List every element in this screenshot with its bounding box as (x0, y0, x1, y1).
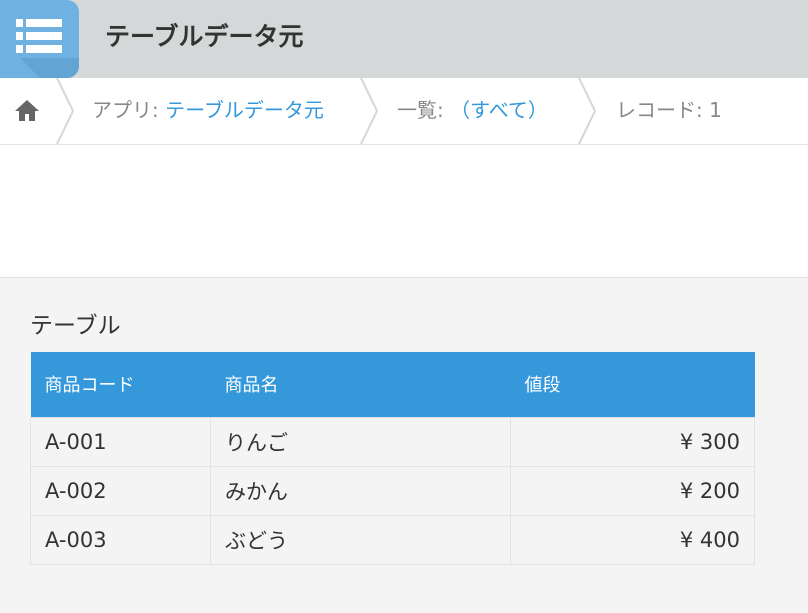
cell-price[interactable]: ¥ 200 (510, 465, 755, 516)
cell-code[interactable]: A-003 (30, 514, 211, 565)
breadcrumb-view-prefix: 一覧: (397, 98, 451, 122)
breadcrumb-separator (56, 78, 75, 144)
cell-price[interactable]: ¥ 300 (510, 416, 755, 467)
cell-name[interactable]: みかん (210, 465, 511, 516)
table-row: A-001 りんご ¥ 300 (30, 416, 755, 467)
home-icon[interactable] (14, 98, 40, 122)
column-header-code: 商品コード (30, 352, 211, 417)
breadcrumb: アプリ: テーブルデータ元 一覧: （すべて） レコード: 1 (0, 78, 808, 145)
breadcrumb-view-link[interactable]: （すべて） (450, 98, 548, 122)
table-field-label: テーブル (30, 313, 121, 339)
app-header: テーブルデータ元 (0, 0, 808, 78)
breadcrumb-app-prefix: アプリ: (92, 98, 166, 122)
breadcrumb-record: レコード: 1 (616, 98, 722, 122)
cell-price[interactable]: ¥ 400 (510, 514, 755, 565)
table-list-icon[interactable] (0, 0, 79, 78)
breadcrumb-separator (578, 78, 597, 144)
breadcrumb-view: 一覧: （すべて） (397, 78, 548, 144)
record-header-panel (0, 145, 808, 278)
cell-name[interactable]: ぶどう (210, 514, 511, 565)
cell-name[interactable]: りんご (210, 416, 511, 467)
column-header-price: 値段 (510, 352, 755, 417)
table-row: A-002 みかん ¥ 200 (30, 465, 755, 516)
app-title: テーブルデータ元 (105, 22, 304, 51)
table-row: A-003 ぶどう ¥ 400 (30, 514, 755, 565)
cell-code[interactable]: A-002 (30, 465, 211, 516)
subtable: 商品コード 商品名 値段 A-001 りんご ¥ 300 A-002 みかん ¥… (30, 352, 755, 565)
breadcrumb-separator (360, 78, 379, 144)
cell-code[interactable]: A-001 (30, 416, 211, 467)
table-header-row: 商品コード 商品名 値段 (30, 352, 755, 417)
breadcrumb-app: アプリ: テーブルデータ元 (92, 78, 324, 144)
breadcrumb-app-link[interactable]: テーブルデータ元 (165, 98, 324, 122)
column-header-name: 商品名 (210, 352, 511, 417)
